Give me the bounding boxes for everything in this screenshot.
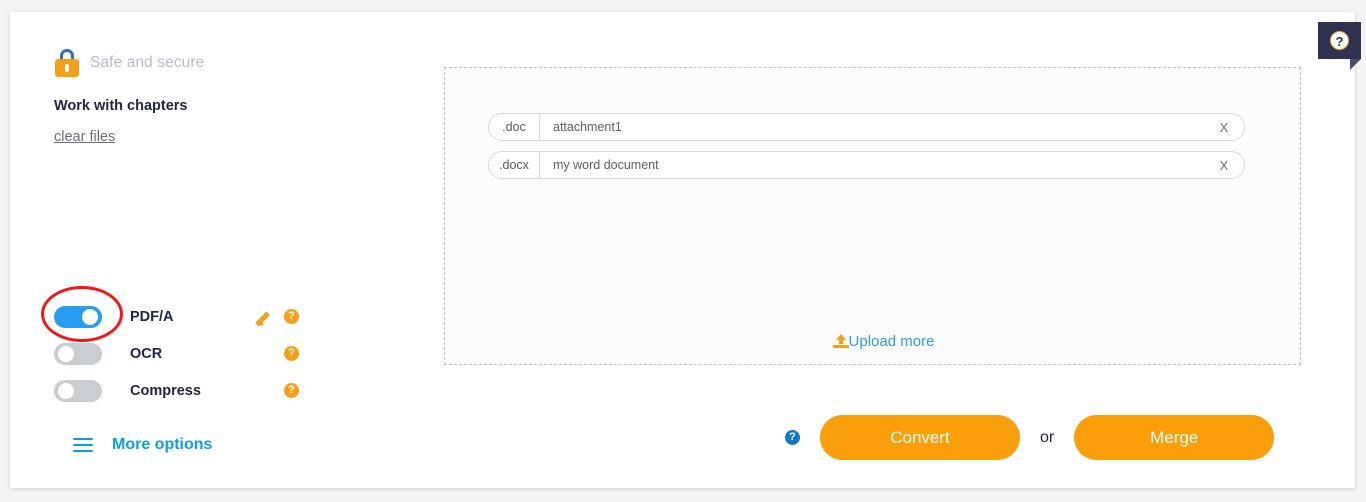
help-icon-convert[interactable]: ? [785,430,800,445]
option-row-ocr: OCR ? [54,335,374,372]
safe-and-secure-label: Safe and secure [90,54,205,71]
help-icon: ? [1330,31,1349,50]
option-icons-compress: ? [258,383,299,398]
upload-more-button[interactable]: Upload more [445,333,1300,350]
more-options-button[interactable]: More options [54,436,212,454]
work-with-chapters-label: Work with chapters [54,98,188,114]
safe-and-secure-row: Safe and secure [54,48,384,78]
converter-card: Safe and secure Work with chapters clear… [10,12,1355,488]
file-name: my word document [553,158,659,172]
convert-button[interactable]: Convert [820,415,1020,460]
hamburger-icon [73,437,93,453]
more-options-label: More options [112,436,213,453]
option-label-compress: Compress [130,382,201,399]
file-extension: .doc [489,114,540,140]
file-dropzone[interactable]: .doc attachment1 X .docx my word documen… [444,67,1301,365]
option-row-pdfa: PDF/A ? [54,298,374,335]
table-row: .docx my word document X [488,151,1245,179]
left-panel: Safe and secure Work with chapters clear… [54,48,384,146]
help-icon-pdfa[interactable]: ? [284,309,299,324]
option-label-ocr: OCR [130,345,163,362]
toggle-pdfa[interactable] [54,305,102,328]
help-icon-compress[interactable]: ? [284,383,299,398]
file-list: .doc attachment1 X .docx my word documen… [488,113,1245,189]
option-row-compress: Compress ? [54,372,374,409]
options-toggle-list: PDF/A ? OCR ? Compress ? [54,298,374,409]
or-separator-label: or [1040,428,1055,446]
file-extension: .docx [489,152,540,178]
pencil-icon[interactable] [258,309,274,325]
remove-file-button[interactable]: X [1204,120,1244,135]
merge-button[interactable]: Merge [1074,415,1275,460]
help-icon-ocr[interactable]: ? [284,346,299,361]
table-row: .doc attachment1 X [488,113,1245,141]
help-tab-button[interactable]: ? [1318,22,1361,70]
file-name: attachment1 [553,120,622,134]
upload-more-label: Upload more [848,333,935,350]
option-icons-ocr: ? [258,346,299,361]
lock-icon [54,49,80,77]
clear-files-link[interactable]: clear files [54,129,115,145]
action-bar: ? Convert or Merge [785,415,1275,460]
toggle-ocr[interactable] [54,342,102,365]
remove-file-button[interactable]: X [1204,158,1244,173]
upload-icon [822,333,849,350]
help-tab-notch [1350,59,1361,70]
option-icons-pdfa: ? [258,309,299,325]
app-root: Safe and secure Work with chapters clear… [0,0,1366,502]
toggle-compress[interactable] [54,379,102,402]
option-label-pdfa: PDF/A [130,308,174,325]
